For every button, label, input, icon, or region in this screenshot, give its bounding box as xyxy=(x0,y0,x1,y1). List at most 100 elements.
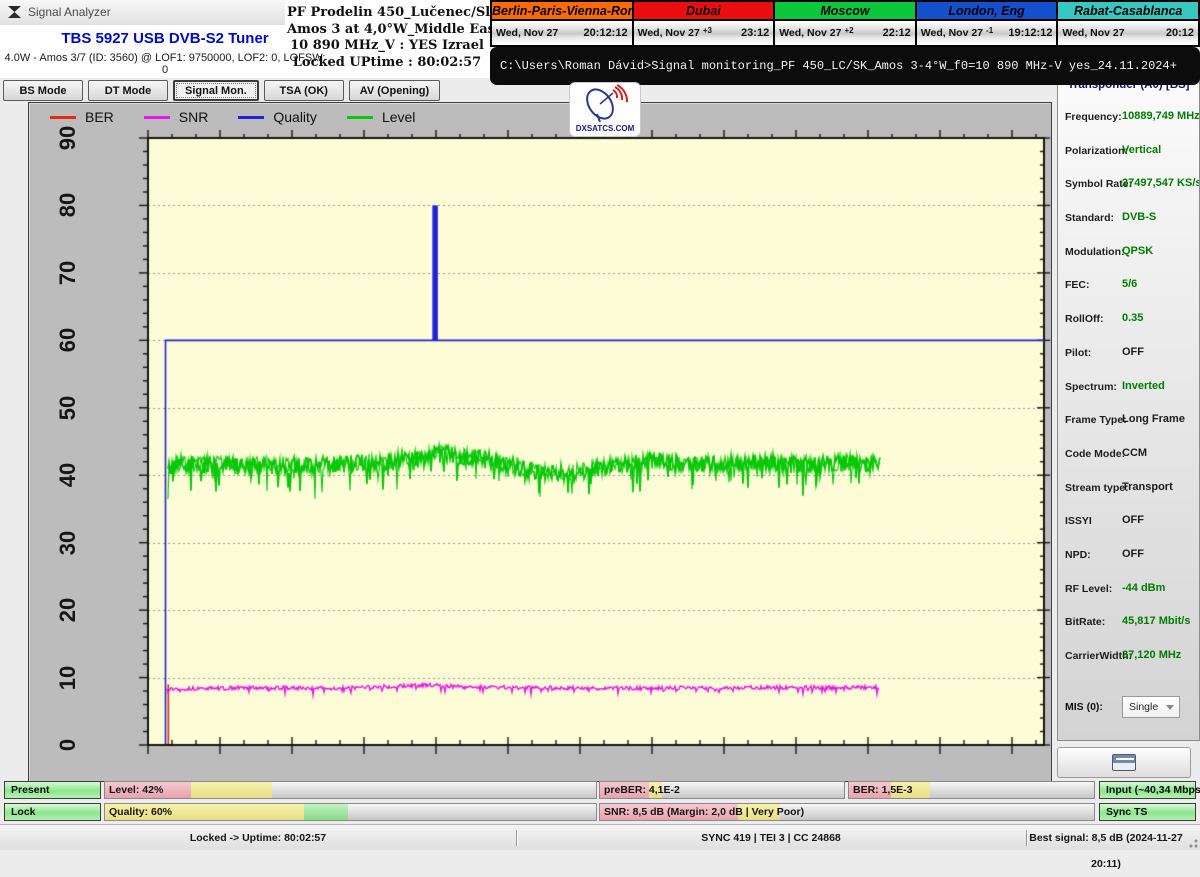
clock: Dubai Wed, Nov 27 +3 23:12 xyxy=(633,2,774,45)
transponder-row-value: 5/6 xyxy=(1122,278,1138,291)
transponder-row-value: QPSK xyxy=(1122,244,1154,257)
legend-item: Quality xyxy=(238,109,317,125)
transponder-row-label: Frame Type: xyxy=(1065,414,1127,427)
clock-date: Wed, Nov 27 xyxy=(779,27,842,39)
mode-tab[interactable]: Signal Mon. xyxy=(173,80,259,101)
tuner-config: 4.0W - Amos 3/7 (ID: 3560) @ LOF1: 97500… xyxy=(4,52,326,76)
clock: Berlin-Paris-Vienna-Roma Wed, Nov 27 20:… xyxy=(492,2,632,45)
clock-date: Wed, Nov 27 xyxy=(920,27,984,39)
clock-date: Wed, Nov 27 xyxy=(637,27,700,39)
clock-time-row: Wed, Nov 27 -1 19:12:12 xyxy=(916,21,1057,45)
transponder-row: Polarization: Vertical xyxy=(1058,135,1199,169)
transponder-row: Modulation: QPSK xyxy=(1058,236,1199,270)
preber-meter-label: preBER: 4,1E-2 xyxy=(604,784,680,796)
transponder-row-value: OFF xyxy=(1122,514,1144,527)
preber-meter: preBER: 4,1E-2 xyxy=(599,781,845,799)
clock: London, Eng Wed, Nov 27 -1 19:12:12 xyxy=(916,2,1057,45)
transponder-row-label: Standard: xyxy=(1065,212,1115,225)
resize-grip-icon[interactable] xyxy=(1186,836,1198,848)
chevron-down-icon xyxy=(1166,705,1174,710)
status-sync-counters: SYNC 419 | TEI 3 | CC 24868 xyxy=(701,832,841,844)
site-header-line4: Locked UPtime : 80:02:57 xyxy=(292,54,482,70)
transponder-row: Code Mode: CCM xyxy=(1058,438,1199,472)
clock-city-label: Moscow xyxy=(775,2,915,21)
legend-line-swatch xyxy=(238,115,265,119)
transponder-row-label: Spectrum: xyxy=(1065,380,1117,393)
transponder-row-value: Vertical xyxy=(1122,143,1162,156)
transponder-row-value: OFF xyxy=(1122,345,1144,358)
transponder-row-label: Pilot: xyxy=(1065,346,1092,359)
clock-time: 20:12 xyxy=(1165,27,1194,39)
mode-tab[interactable]: DT Mode xyxy=(88,80,168,101)
transponder-row-value: DVB-S xyxy=(1122,211,1157,224)
meter-fill-yellow xyxy=(190,782,272,798)
transponder-row: RollOff: 0.35 xyxy=(1058,303,1199,337)
mode-tab[interactable]: BS Mode xyxy=(3,80,83,101)
tuner-name: TBS 5927 USB DVB-S2 Tuner xyxy=(61,30,269,47)
clock-city-label: Rabat-Casablanca xyxy=(1058,2,1198,21)
snr-meter-label: SNR: 8,5 dB (Margin: 2,0 dB | Very Poor) xyxy=(604,806,805,818)
window-title: Signal Analyzer xyxy=(28,5,111,19)
transponder-row: FEC: 5/6 xyxy=(1058,269,1199,303)
clock-time: 20:12:12 xyxy=(583,27,628,39)
transponder-row-value: 10889,749 MHz xyxy=(1122,110,1200,122)
meter-fill-green xyxy=(303,804,349,820)
transponder-row-value: OFF xyxy=(1122,547,1144,560)
mis-dropdown[interactable]: Single xyxy=(1122,696,1180,718)
site-header: PF Prodelin 450_Lučenec/Slovakia Amos 3 … xyxy=(287,5,537,71)
chart-legend: BER SNR Quality Level xyxy=(50,109,415,125)
clock-date: Wed, Nov 27 xyxy=(1062,27,1125,39)
save-button[interactable] xyxy=(1057,747,1191,778)
app-icon xyxy=(8,6,21,18)
transponder-row: Frequency: 10889,749 MHz xyxy=(1058,101,1199,135)
legend-item: BER xyxy=(50,109,114,125)
transponder-row-value: 27497,547 KS/s xyxy=(1122,177,1200,190)
mis-row: MIS (0): Single xyxy=(1058,693,1199,723)
clock-time: 23:12 xyxy=(741,27,770,39)
transponder-row-label: RF Level: xyxy=(1065,582,1113,595)
transponder-row-value: CCM xyxy=(1122,446,1148,459)
logo-text: DXSATCS.COM xyxy=(575,124,635,133)
legend-label: SNR xyxy=(178,109,209,125)
transponder-row-value: Long Frame xyxy=(1122,413,1185,426)
transponder-row: Symbol Rate: 27497,547 KS/s xyxy=(1058,168,1199,202)
legend-line-swatch xyxy=(50,115,76,119)
mode-tab[interactable]: TSA (OK) xyxy=(263,80,344,101)
signal-chart-canvas xyxy=(28,102,1052,782)
site-header-line3: 10 890 MHz_V : YES Izrael xyxy=(290,38,484,53)
present-badge: Present xyxy=(4,781,101,799)
transponder-row-value: 37,120 MHz xyxy=(1122,649,1182,661)
ber-meter-label: BER: 1,5E-3 xyxy=(853,784,913,796)
transponder-row: Standard: DVB-S xyxy=(1058,202,1199,236)
transponder-row-label: Code Mode: xyxy=(1065,447,1126,460)
legend-line-swatch xyxy=(346,115,373,119)
legend-item: SNR xyxy=(143,109,209,125)
clock: Moscow Wed, Nov 27 +2 22:12 xyxy=(775,2,915,45)
mode-tab[interactable]: AV (Opening) xyxy=(348,80,441,101)
transponder-row: Stream type: Transport xyxy=(1058,472,1199,506)
transponder-row: BitRate: 45,817 Mbit/s xyxy=(1058,606,1199,640)
status-locked-uptime: Locked -> Uptime: 80:02:57 xyxy=(189,832,327,844)
satellite-dish-icon xyxy=(586,84,628,123)
level-meter-label: Level: 42% xyxy=(109,784,164,796)
dxsatcs-logo: DXSATCS.COM xyxy=(569,82,641,137)
clock-time-row: Wed, Nov 27 +3 23:12 xyxy=(633,21,774,45)
site-header-line2: Amos 3 at 4,0°W_Middle East xyxy=(287,21,501,37)
transponder-row: NPD: OFF xyxy=(1058,539,1199,573)
terminal-window[interactable]: C:\Users\Roman Dávid>Signal monitoring_P… xyxy=(490,47,1200,85)
title-bar[interactable]: Signal Analyzer xyxy=(0,0,285,24)
transponder-row-label: FEC: xyxy=(1065,279,1090,292)
transponder-row: RF Level: -44 dBm xyxy=(1058,573,1199,607)
clock-utc-offset: +2 xyxy=(844,25,854,35)
legend-label: Level xyxy=(381,109,416,125)
world-clocks: Berlin-Paris-Vienna-Roma Wed, Nov 27 20:… xyxy=(490,0,1200,47)
clock-utc-offset: -1 xyxy=(986,25,994,35)
transponder-row-value: 0.35 xyxy=(1122,312,1144,325)
transponder-row-value: -44 dBm xyxy=(1122,581,1166,594)
input-badge: Input (~40,34 Mbps) xyxy=(1099,781,1200,799)
legend-line-swatch xyxy=(143,115,170,119)
sync-ts-badge: Sync TS xyxy=(1099,803,1196,821)
quality-meter: Quality: 60% xyxy=(104,803,597,821)
clock-time-row: Wed, Nov 27 20:12:12 xyxy=(492,21,632,45)
clock-time-row: Wed, Nov 27 +2 22:12 xyxy=(775,21,915,45)
